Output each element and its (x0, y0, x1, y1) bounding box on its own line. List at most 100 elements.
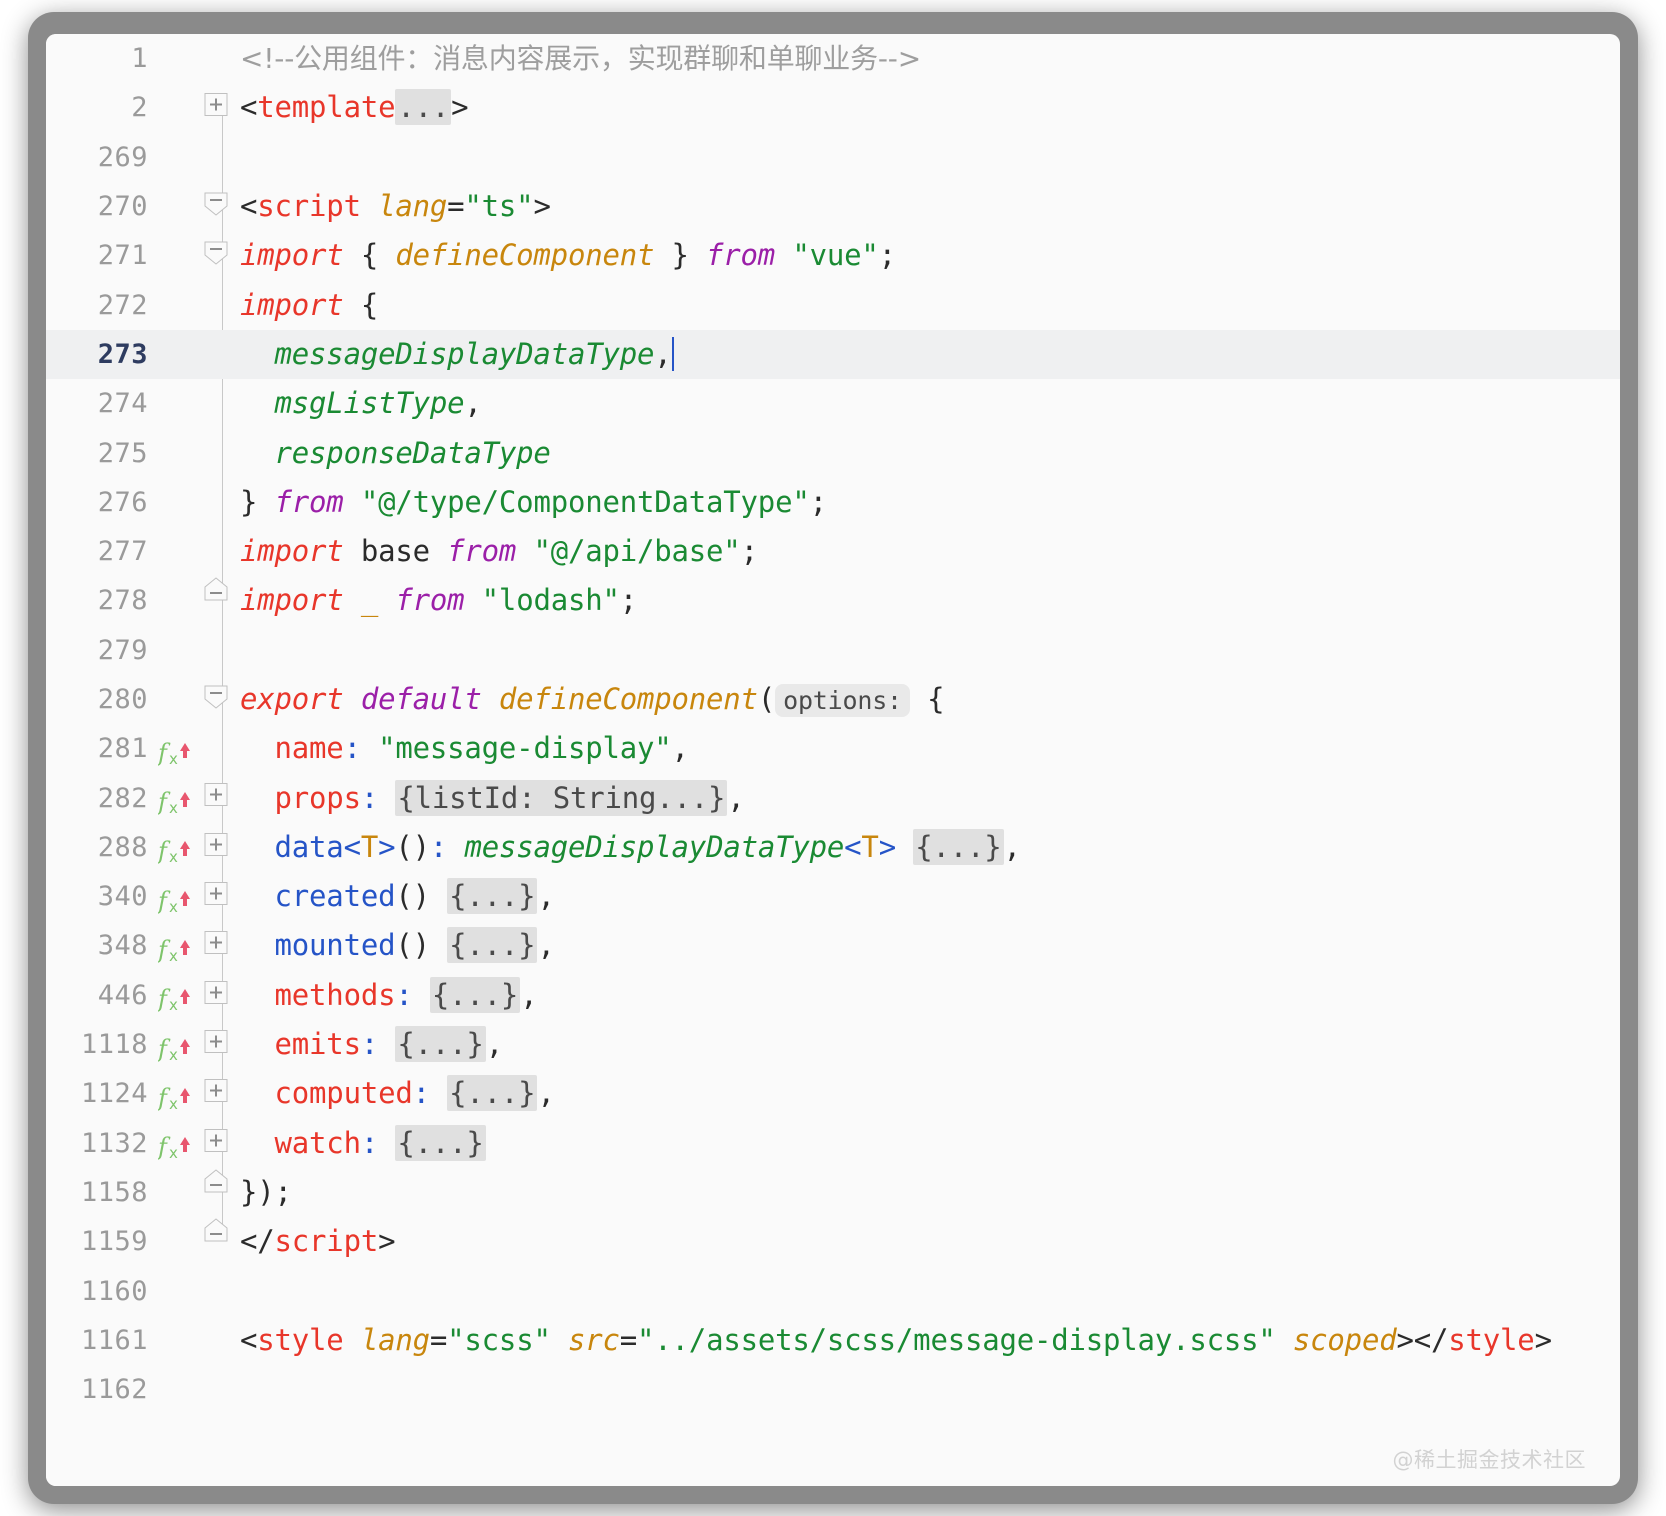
code-text[interactable]: created() {...}, (236, 872, 1620, 921)
line-number: 280 (97, 684, 148, 715)
implementing-member-icon[interactable]: fx (154, 925, 196, 967)
code-line[interactable]: 280 export default defineComponent(option… (46, 675, 1620, 724)
code-text[interactable]: import base from "@/api/base"; (236, 527, 1620, 576)
code-line[interactable]: 271 import { defineComponent } from "vue"… (46, 231, 1620, 280)
folded-region[interactable]: {...} (447, 878, 538, 915)
implementing-member-icon[interactable]: fx (154, 1073, 196, 1115)
code-line[interactable]: 272 import { (46, 280, 1620, 329)
code-token: src (567, 1322, 620, 1357)
code-text[interactable]: emits: {...}, (236, 1020, 1620, 1069)
code-text[interactable]: msgListType, (236, 379, 1620, 428)
code-line[interactable]: 446 f x methods: {...}, (46, 971, 1620, 1020)
folded-region[interactable]: {...} (447, 927, 538, 964)
code-line[interactable]: 1124 f x computed: {...}, (46, 1069, 1620, 1118)
gutter-icon-slot (154, 1319, 196, 1361)
code-line[interactable]: 1118 f x emits: {...}, (46, 1020, 1620, 1069)
line-number: 1158 (80, 1176, 148, 1208)
code-text[interactable]: import { defineComponent } from "vue"; (236, 231, 1620, 280)
fold-expand-icon[interactable] (196, 1069, 236, 1118)
implementing-member-icon[interactable]: fx (154, 974, 196, 1016)
code-line[interactable]: 269 (46, 133, 1620, 182)
code-line[interactable]: 1162 (46, 1365, 1620, 1414)
code-text[interactable]: <!--公用组件：消息内容展示，实现群聊和单聊业务--> (236, 34, 1620, 83)
code-line[interactable]: 2 <template...> (46, 83, 1620, 132)
fold-end-icon[interactable] (196, 1168, 236, 1217)
code-line[interactable]: 277 import base from "@/api/base"; (46, 527, 1620, 576)
code-text[interactable]: <script lang="ts"> (236, 182, 1620, 231)
folded-region[interactable]: {...} (913, 828, 1004, 865)
code-text[interactable]: mounted() {...}, (236, 921, 1620, 970)
fold-end-icon[interactable] (196, 576, 236, 625)
code-line[interactable]: 273 messageDisplayDataType, (46, 329, 1620, 380)
gutter-icon-slot (154, 1221, 196, 1263)
fold-expand-icon[interactable] (196, 83, 236, 132)
implementing-member-icon[interactable]: fx (154, 777, 196, 819)
code-token: T (360, 829, 379, 864)
code-text[interactable]: } from "@/type/ComponentDataType"; (236, 478, 1620, 527)
folded-region[interactable]: {...} (395, 1026, 486, 1063)
code-lines-container[interactable]: 1 <!--公用组件：消息内容展示，实现群聊和单聊业务--> 2 <template.… (46, 34, 1620, 1414)
code-text[interactable]: name: "message-display", (236, 724, 1620, 773)
code-text[interactable]: methods: {...}, (236, 971, 1620, 1020)
fold-collapse-icon[interactable] (196, 675, 236, 724)
code-line[interactable]: 270 <script lang="ts"> (46, 182, 1620, 231)
code-line[interactable]: 348 f x mounted() {...}, (46, 921, 1620, 970)
code-text[interactable]: export default defineComponent(options: … (236, 675, 1620, 725)
implementing-member-icon[interactable]: fx (154, 876, 196, 918)
fold-expand-icon[interactable] (196, 921, 236, 970)
code-editor[interactable]: 1 <!--公用组件：消息内容展示，实现群聊和单聊业务--> 2 <template.… (46, 34, 1620, 1486)
implementing-member-icon[interactable]: fx (154, 826, 196, 868)
code-text[interactable]: }); (236, 1168, 1620, 1217)
code-line[interactable]: 274 msgListType, (46, 379, 1620, 428)
code-token: , (537, 879, 555, 914)
code-text[interactable]: responseDataType (236, 429, 1620, 478)
code-text[interactable]: import _ from "lodash"; (236, 576, 1620, 625)
fold-collapse-icon[interactable] (196, 182, 236, 231)
fold-end-icon[interactable] (196, 1217, 236, 1266)
implementing-member-icon[interactable]: fx (154, 728, 196, 770)
fold-expand-icon[interactable] (196, 1119, 236, 1168)
code-line[interactable]: 1 <!--公用组件：消息内容展示，实现群聊和单聊业务--> (46, 34, 1620, 83)
code-line[interactable]: 282 f x props: {listId: String...}, (46, 773, 1620, 822)
folded-region[interactable]: {...} (447, 1075, 538, 1112)
code-line[interactable]: 1159 </script> (46, 1217, 1620, 1266)
code-text[interactable]: </script> (236, 1217, 1620, 1266)
implementing-member-icon[interactable]: fx (154, 1122, 196, 1164)
code-line[interactable]: 278 import _ from "lodash"; (46, 576, 1620, 625)
code-text[interactable]: <template...> (236, 83, 1620, 132)
code-line[interactable]: 1158}); (46, 1168, 1620, 1217)
code-text[interactable]: import { (236, 281, 1620, 330)
code-text[interactable]: watch: {...} (236, 1119, 1620, 1168)
folded-region[interactable]: {...} (395, 1124, 486, 1161)
code-line[interactable]: 279 (46, 626, 1620, 675)
code-token: } (240, 484, 275, 519)
folded-region[interactable]: {...} (429, 976, 521, 1013)
code-token: = (447, 189, 465, 224)
code-line[interactable]: 275 responseDataType (46, 428, 1620, 477)
code-line[interactable]: 1160 (46, 1266, 1620, 1315)
svg-text:x: x (169, 1046, 178, 1064)
code-token: "ts" (464, 189, 534, 224)
fold-expand-icon[interactable] (196, 773, 236, 822)
fold-expand-icon[interactable] (196, 971, 236, 1020)
code-line[interactable]: 276} from "@/type/ComponentDataType"; (46, 478, 1620, 527)
fold-expand-icon[interactable] (196, 872, 236, 921)
code-text[interactable]: props: {listId: String...}, (236, 774, 1620, 823)
code-text[interactable]: computed: {...}, (236, 1069, 1620, 1118)
folded-region[interactable]: ... (395, 89, 452, 126)
implementing-member-icon[interactable]: fx (154, 1024, 196, 1066)
code-line[interactable]: 288 f x data<T>(): messageDisplayDataType<… (46, 823, 1620, 872)
code-text[interactable]: <style lang="scss" src="../assets/scss/m… (236, 1316, 1620, 1365)
fold-expand-icon[interactable] (196, 823, 236, 872)
code-token: from (447, 534, 517, 569)
code-text[interactable]: messageDisplayDataType, (236, 330, 1620, 379)
code-text[interactable]: data<T>(): messageDisplayDataType<T> {..… (236, 823, 1620, 872)
code-line[interactable]: 1132 f x watch: {...} (46, 1119, 1620, 1168)
code-token: mounted (274, 928, 396, 963)
code-line[interactable]: 281 f x name: "message-display", (46, 724, 1620, 773)
folded-region[interactable]: {listId: String...} (395, 779, 728, 816)
fold-collapse-icon[interactable] (196, 231, 236, 280)
fold-expand-icon[interactable] (196, 1020, 236, 1069)
code-line[interactable]: 1161 <style lang="scss" src="../assets/sc… (46, 1316, 1620, 1365)
code-line[interactable]: 340 f x created() {...}, (46, 872, 1620, 921)
